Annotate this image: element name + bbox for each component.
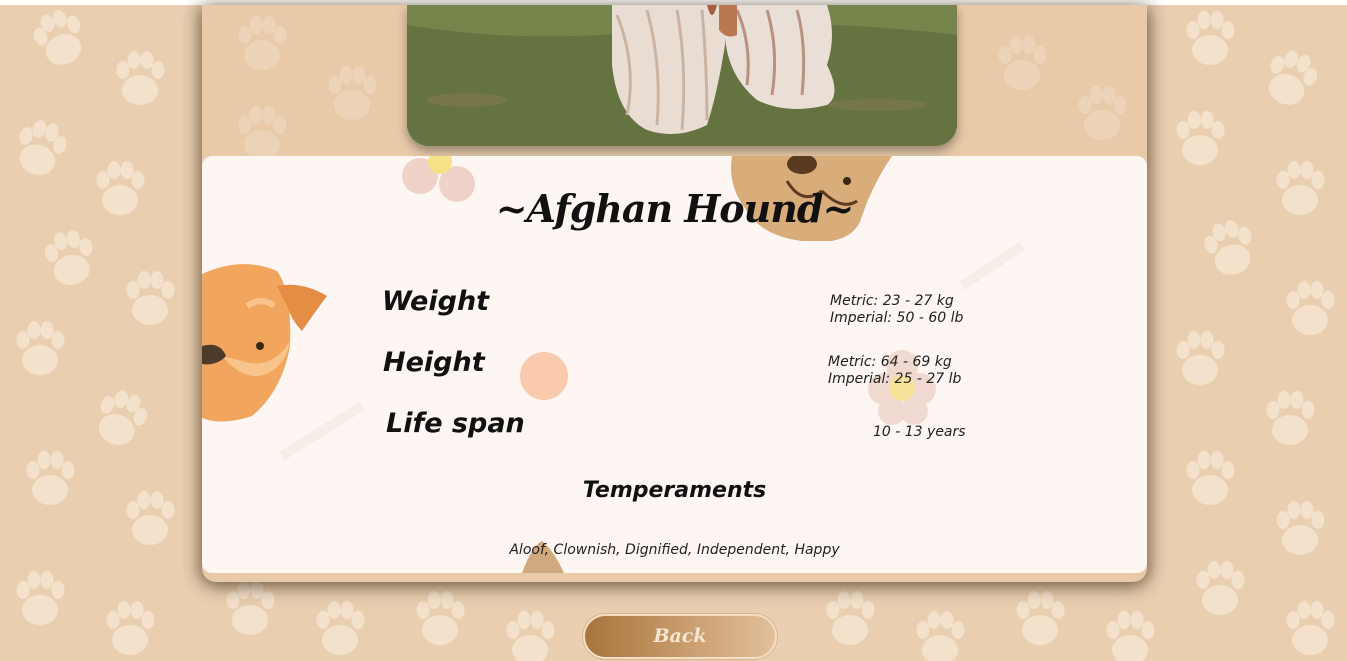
- life-span-label: Life span: [386, 408, 525, 439]
- dog-face-icon-left: [202, 264, 327, 422]
- breed-title: ~Afghan Hound~: [495, 186, 855, 231]
- peach-dot: [520, 352, 568, 400]
- weight-imperial-value: Imperial: 50 - 60 lb: [830, 310, 964, 326]
- height-label: Height: [383, 347, 485, 378]
- weight-label: Weight: [382, 286, 490, 317]
- back-button[interactable]: Back: [583, 614, 777, 659]
- temperaments-heading: Temperaments: [582, 478, 767, 503]
- temperaments-list: Aloof, Clownish, Dignified, Independent,…: [509, 542, 840, 558]
- breed-info-panel: ~Afghan Hound~ Weight Metric: 23 - 27 kg…: [202, 156, 1147, 573]
- height-metric-value: Metric: 64 - 69 kg: [828, 354, 952, 370]
- weight-metric-value: Metric: 23 - 27 kg: [830, 293, 954, 309]
- height-imperial-value: Imperial: 25 - 27 lb: [828, 371, 962, 387]
- dog-photo: [407, 5, 957, 146]
- breed-card: ~Afghan Hound~ Weight Metric: 23 - 27 kg…: [202, 5, 1147, 582]
- life-span-value: 10 - 13 years: [873, 424, 966, 440]
